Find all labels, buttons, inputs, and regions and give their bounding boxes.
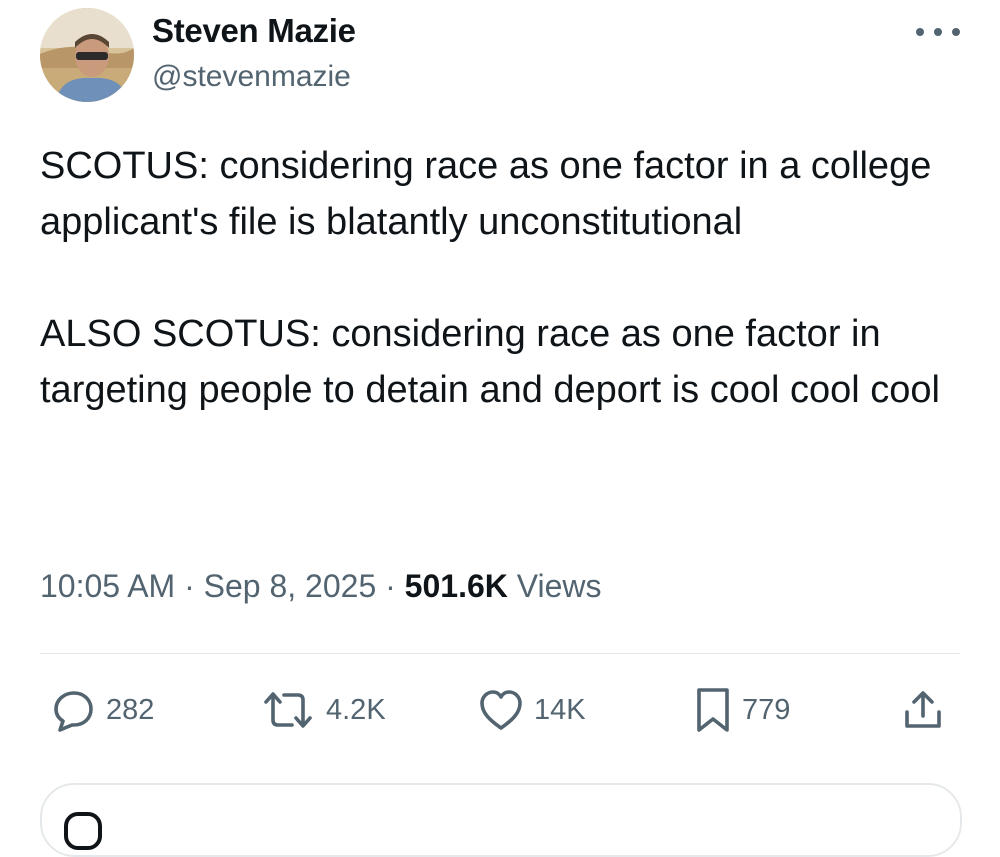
reply-count: 282 — [106, 693, 155, 726]
tweet-paragraph: ALSO SCOTUS: considering race as one fac… — [40, 313, 940, 411]
author-avatar[interactable] — [40, 8, 134, 102]
meta-separator: · — [184, 568, 195, 604]
tweet-meta: 10:05 AM · Sep 8, 2025 · 501.6K Views — [40, 568, 602, 605]
repost-button[interactable]: 4.2K — [260, 686, 386, 734]
avatar-photo — [40, 8, 134, 102]
author-handle[interactable]: @stevenmazie — [152, 60, 351, 94]
views-count[interactable]: 501.6K — [405, 568, 508, 604]
share-icon — [905, 691, 941, 728]
views-label: Views — [516, 568, 602, 604]
bookmark-button[interactable]: 779 — [694, 686, 790, 734]
reply-button[interactable]: 282 — [52, 686, 154, 734]
share-button[interactable] — [902, 686, 944, 734]
divider — [40, 653, 960, 654]
tweet-text: SCOTUS: considering race as one factor i… — [40, 138, 970, 418]
repost-count: 4.2K — [326, 693, 386, 726]
tweet-date[interactable]: Sep 8, 2025 — [204, 568, 377, 604]
author-name[interactable]: Steven Mazie — [152, 12, 356, 50]
repost-icon — [264, 692, 312, 728]
reply-composer[interactable] — [40, 783, 962, 857]
tweet-time[interactable]: 10:05 AM — [40, 568, 175, 604]
more-horizontal-icon[interactable] — [916, 22, 960, 42]
reply-icon — [54, 691, 93, 732]
heart-icon — [480, 690, 522, 730]
bookmark-count: 779 — [742, 693, 791, 726]
meta-separator: · — [385, 568, 396, 604]
tweet-paragraph: SCOTUS: considering race as one factor i… — [40, 145, 932, 243]
bookmark-icon — [697, 688, 729, 732]
composer-icon — [64, 812, 102, 850]
like-button[interactable]: 14K — [478, 686, 586, 734]
like-count: 14K — [534, 693, 586, 726]
